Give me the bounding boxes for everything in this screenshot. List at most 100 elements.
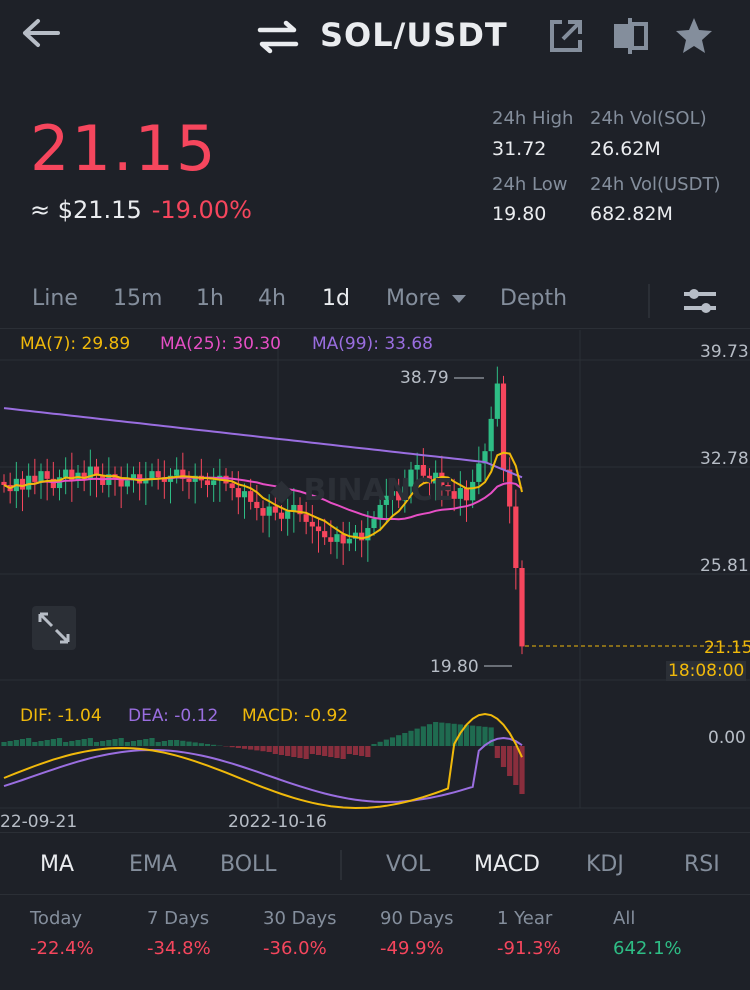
macd-bar xyxy=(26,738,32,746)
candle-body xyxy=(414,465,420,470)
macd-bar xyxy=(186,741,192,746)
24h-high-value: 31.72 xyxy=(492,138,547,160)
macd-bar xyxy=(408,730,414,746)
candle-body xyxy=(470,481,476,501)
indicator-vol[interactable]: VOL xyxy=(386,852,430,877)
tab-15m[interactable]: 15m xyxy=(113,286,162,311)
candle-body xyxy=(229,483,235,489)
macd-bar xyxy=(285,746,291,756)
macd-bar xyxy=(180,740,186,746)
candle-body xyxy=(149,471,155,479)
perf-value-today: -22.4% xyxy=(30,938,94,959)
macd-bar xyxy=(297,746,303,758)
tabs-bottom-border xyxy=(0,328,750,329)
last-price: 21.15 xyxy=(30,112,218,185)
macd-bar xyxy=(13,740,19,746)
tab-separator xyxy=(648,284,650,318)
indicator-boll[interactable]: BOLL xyxy=(220,852,277,877)
macd-bar xyxy=(75,740,81,746)
macd-bar xyxy=(420,726,426,746)
macd-bar xyxy=(340,746,346,759)
candle-body xyxy=(63,469,69,478)
pair-title[interactable]: SOL/USDT xyxy=(320,16,508,54)
candle-body xyxy=(19,478,26,490)
tab-1d[interactable]: 1d xyxy=(322,286,350,311)
price-tick-1: 39.73 xyxy=(700,342,749,362)
macd-bar xyxy=(137,740,143,746)
exchange-watermark: ◆ BINANCE xyxy=(270,473,454,508)
macd-bar xyxy=(414,728,420,746)
perf-label-1y: 1 Year xyxy=(497,908,553,929)
macd-bar xyxy=(130,741,137,746)
perf-label-30d: 30 Days xyxy=(263,908,337,929)
candle-body xyxy=(1,481,7,485)
tab-1h[interactable]: 1h xyxy=(196,286,224,311)
candle-body xyxy=(340,534,346,544)
macd-bar xyxy=(174,740,180,746)
split-view-icon[interactable] xyxy=(612,16,648,56)
perf-label-90d: 90 Days xyxy=(380,908,454,929)
last-price-tag: 21.15 xyxy=(704,638,750,658)
candlestick-chart[interactable]: ◆ BINANCE xyxy=(0,330,750,840)
indicator-ma[interactable]: MA xyxy=(40,852,74,877)
macd-bar xyxy=(254,746,260,751)
macd-bar xyxy=(346,746,352,754)
macd-bar xyxy=(433,722,439,746)
dea-legend: DEA: -0.12 xyxy=(128,706,219,726)
chart-settings-icon[interactable] xyxy=(682,284,718,318)
macd-bar xyxy=(402,733,408,746)
macd-bar xyxy=(211,744,217,746)
macd-bar xyxy=(377,741,383,746)
indicator-ema[interactable]: EMA xyxy=(129,852,177,877)
macd-bar xyxy=(352,746,359,755)
candle-body xyxy=(285,511,291,519)
macd-bar xyxy=(445,723,451,746)
perf-value-90d: -49.9% xyxy=(380,938,444,959)
back-arrow-icon[interactable] xyxy=(20,16,60,50)
indicator-rsi[interactable]: RSI xyxy=(684,852,720,877)
candle-body xyxy=(186,478,192,482)
macd-bar xyxy=(198,743,204,746)
macd-bar xyxy=(69,741,75,746)
indicator-separator xyxy=(340,850,342,880)
indicator-macd[interactable]: MACD xyxy=(474,852,540,877)
swap-arrows-icon[interactable] xyxy=(256,20,300,54)
macd-bar xyxy=(93,742,100,746)
tab-4h[interactable]: 4h xyxy=(258,286,286,311)
price-change-percent: -19.00% xyxy=(151,196,252,224)
tab-more[interactable]: More xyxy=(386,286,466,311)
tab-depth[interactable]: Depth xyxy=(500,286,567,311)
candle-body xyxy=(488,418,494,452)
interval-tabs: Line 15m 1h 4h 1d More Depth xyxy=(0,278,750,326)
favorite-star-icon[interactable] xyxy=(674,16,714,56)
candle-body xyxy=(303,514,309,522)
macd-bar xyxy=(389,737,396,746)
candle-body xyxy=(155,471,161,478)
approx-usd-price: ≈ $21.15 xyxy=(30,196,142,224)
share-icon[interactable] xyxy=(548,18,584,54)
macd-bar xyxy=(383,739,389,746)
candle-body xyxy=(26,475,32,490)
price-tick-2: 32.78 xyxy=(700,449,749,469)
expand-chart-button[interactable] xyxy=(32,606,76,650)
low-annotation: 19.80 xyxy=(430,657,479,677)
indicator-top-border xyxy=(0,832,750,833)
perf-label-7d: 7 Days xyxy=(147,908,210,929)
macd-legend: MACD: -0.92 xyxy=(242,706,349,726)
candle-body xyxy=(254,501,260,509)
caret-down-icon xyxy=(451,295,466,303)
candle-body xyxy=(204,480,211,485)
macd-bar xyxy=(7,741,13,746)
macd-bar xyxy=(334,746,340,758)
macd-bar xyxy=(309,746,315,754)
24h-vol-quote-value: 682.82M xyxy=(590,203,673,225)
macd-bar xyxy=(303,746,309,759)
high-annotation: 38.79 xyxy=(400,368,449,388)
macd-bar xyxy=(426,724,433,746)
candle-body xyxy=(371,518,377,529)
tab-line[interactable]: Line xyxy=(32,286,78,311)
indicator-kdj[interactable]: KDJ xyxy=(586,852,624,877)
candle-body xyxy=(476,463,482,482)
macd-bar xyxy=(100,741,106,746)
candle-body xyxy=(334,534,340,542)
